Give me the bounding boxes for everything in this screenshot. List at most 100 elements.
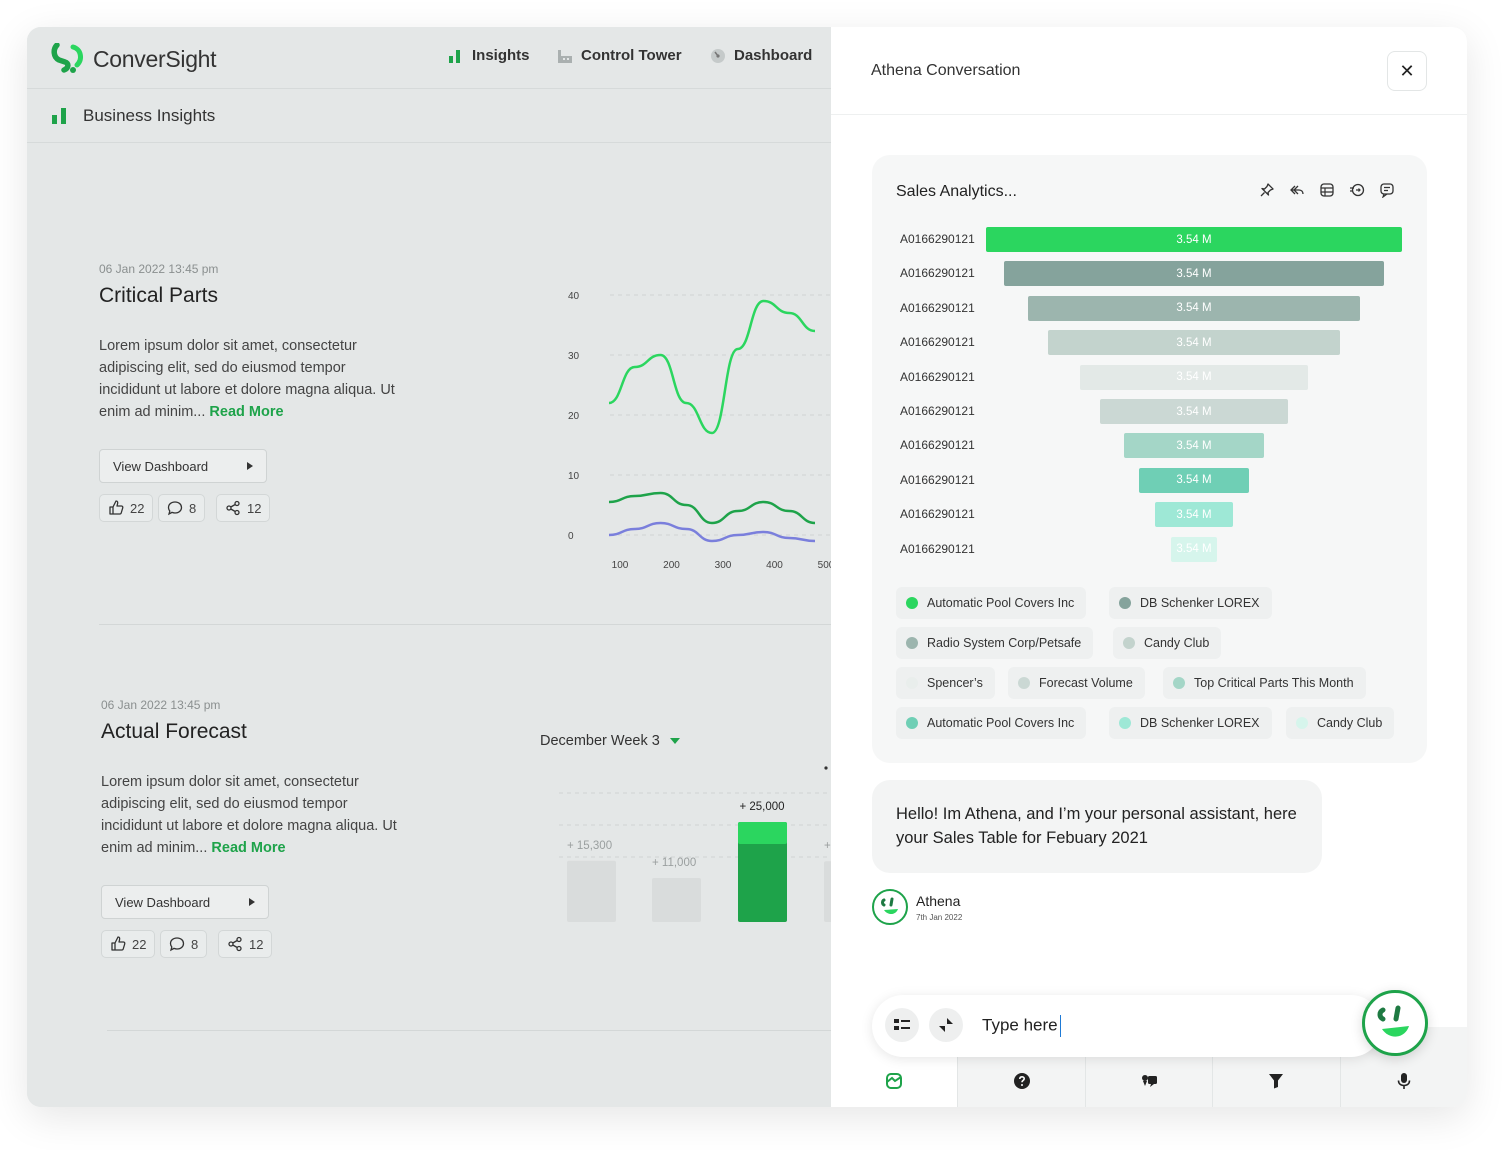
nav-insights-label: Insights (472, 47, 530, 64)
card-date: 06 Jan 2022 13:45 pm (99, 262, 219, 276)
sales-card-title: Sales Analytics... (896, 183, 1017, 200)
funnel-bar[interactable]: 3.54 M (1155, 502, 1233, 528)
view-dashboard-button[interactable]: View Dashboard (101, 885, 269, 919)
close-button[interactable]: ✕ (1387, 51, 1427, 91)
legend-chip[interactable]: Forecast Volume (1008, 667, 1145, 699)
bar-value-label: + 15,20 (824, 840, 831, 852)
x-tick-label: 400 (766, 560, 783, 571)
funnel-row-label: A0166290121 (900, 541, 975, 556)
y-tick-label: 40 (568, 291, 580, 302)
location-chat-icon (1142, 1075, 1158, 1087)
critical-parts-line-chart: 403020100100200300400500 (568, 291, 832, 571)
funnel-bar[interactable]: 3.54 M (1079, 364, 1309, 390)
athena-assistant-button[interactable] (1362, 990, 1428, 1056)
share-icon[interactable] (1346, 179, 1368, 201)
y-tick-label: 10 (568, 471, 580, 482)
legend-chip[interactable]: DB Schenker LOREX (1109, 587, 1272, 619)
x-tick-label: 100 (612, 560, 629, 571)
comment-button[interactable]: 8 (160, 930, 208, 958)
athena-face-icon (1377, 1005, 1409, 1037)
legend-chip[interactable]: Radio System Corp/Petsafe (896, 627, 1094, 659)
legend-label: Spencer’s (927, 676, 983, 690)
card-date: 06 Jan 2022 13:45 pm (101, 698, 221, 712)
legend-label: Top Critical Parts This Month (1194, 676, 1354, 690)
collapse-button[interactable] (929, 1008, 963, 1042)
like-button[interactable]: 22 (101, 930, 156, 958)
collapse-arrows-icon (939, 1018, 953, 1032)
funnel-bar[interactable]: 3.54 M (1048, 330, 1340, 356)
share-button[interactable]: 12 (216, 494, 271, 522)
funnel-bar[interactable]: 3.54 M (1027, 295, 1361, 321)
legend-chip[interactable]: Spencer’s (896, 667, 995, 699)
legend-chip[interactable]: Candy Club (1286, 707, 1395, 739)
funnel-bar[interactable]: 3.54 M (1123, 433, 1265, 459)
panel-title: Athena Conversation (871, 62, 1021, 79)
legend-dot (906, 717, 918, 729)
funnel-row: A0166290121 3.54 M (872, 536, 1427, 562)
bar-chart-icon (449, 49, 460, 63)
sender-date: 7th Jan 2022 (916, 913, 963, 922)
more-options-dot[interactable] (824, 766, 828, 770)
read-more-link[interactable]: Read More (209, 404, 283, 420)
legend-label: Candy Club (1144, 636, 1210, 650)
funnel-bar[interactable]: 3.54 M (1170, 536, 1218, 562)
insights-section-icon (52, 108, 66, 124)
read-more-link[interactable]: Read More (211, 840, 285, 856)
comment-icon[interactable] (1376, 179, 1398, 201)
bar[interactable] (652, 878, 701, 922)
like-button[interactable]: 22 (99, 494, 154, 522)
legend-label: Automatic Pool Covers Inc (927, 716, 1075, 730)
reply-icon[interactable] (1286, 179, 1308, 201)
factory-icon (558, 49, 572, 63)
bar[interactable] (824, 861, 831, 922)
legend-label: Radio System Corp/Petsafe (927, 636, 1082, 650)
funnel-bar[interactable]: 3.54 M (1100, 399, 1288, 424)
funnel-row-label: A0166290121 (900, 369, 975, 384)
chat-input[interactable]: Type here (982, 1015, 1062, 1037)
card-divider (107, 1030, 831, 1031)
card-divider (99, 624, 831, 625)
table-icon[interactable] (1316, 179, 1338, 201)
funnel-row-label: A0166290121 (900, 300, 975, 315)
card-description: Lorem ipsum dolor sit amet, consectetur … (99, 335, 399, 423)
view-dashboard-button[interactable]: View Dashboard (99, 449, 267, 483)
list-menu-button[interactable] (885, 1008, 919, 1042)
legend-dot (906, 597, 918, 609)
share-button[interactable]: 12 (218, 930, 273, 958)
athena-conversation-panel: Athena Conversation ✕ Sales Analytics...… (831, 27, 1467, 1107)
bar-highlight (738, 822, 787, 844)
nav-dashboard[interactable]: Dashboard (710, 47, 812, 64)
app-window: ConverSight Insights Control Tower Dashb… (27, 27, 1467, 1107)
brand-logo[interactable]: ConverSight (51, 43, 217, 75)
nav-control-tower[interactable]: Control Tower (557, 47, 682, 64)
funnel-bar[interactable]: 3.54 M (1139, 467, 1249, 493)
legend-chip[interactable]: Automatic Pool Covers Inc (896, 587, 1087, 619)
play-arrow-icon (249, 898, 255, 906)
line-series-1 (608, 299, 816, 435)
funnel-row-label: A0166290121 (900, 266, 975, 281)
y-tick-label: 30 (568, 351, 580, 362)
pin-icon[interactable] (1256, 179, 1278, 201)
line-series-2 (608, 491, 816, 525)
chat-input-placeholder: Type here (982, 1015, 1058, 1035)
legend-chip[interactable]: Candy Club (1113, 627, 1222, 659)
funnel-bar[interactable]: 3.54 M (1004, 261, 1384, 287)
legend-chip[interactable]: Automatic Pool Covers Inc (896, 707, 1087, 739)
x-tick-label: 300 (715, 560, 732, 571)
bar[interactable] (567, 860, 616, 922)
view-dashboard-label: View Dashboard (113, 458, 209, 474)
legend-label: DB Schenker LOREX (1140, 716, 1260, 730)
legend-dot (1018, 677, 1030, 689)
legend-chip[interactable]: Top Critical Parts This Month (1163, 667, 1366, 699)
funnel-bar[interactable]: 3.54 M (986, 227, 1402, 252)
legend-chip[interactable]: DB Schenker LOREX (1109, 707, 1272, 739)
nav-insights[interactable]: Insights (448, 47, 530, 64)
sender-name: Athena (916, 893, 961, 909)
comment-button[interactable]: 8 (158, 494, 206, 522)
help-icon (1013, 1073, 1030, 1089)
funnel-row-label: A0166290121 (900, 404, 975, 418)
like-count: 22 (130, 500, 145, 516)
funnel-row: A0166290121 3.54 M (872, 364, 1427, 390)
funnel-row: A0166290121 3.54 M (872, 433, 1427, 459)
filter-icon (1269, 1074, 1284, 1089)
